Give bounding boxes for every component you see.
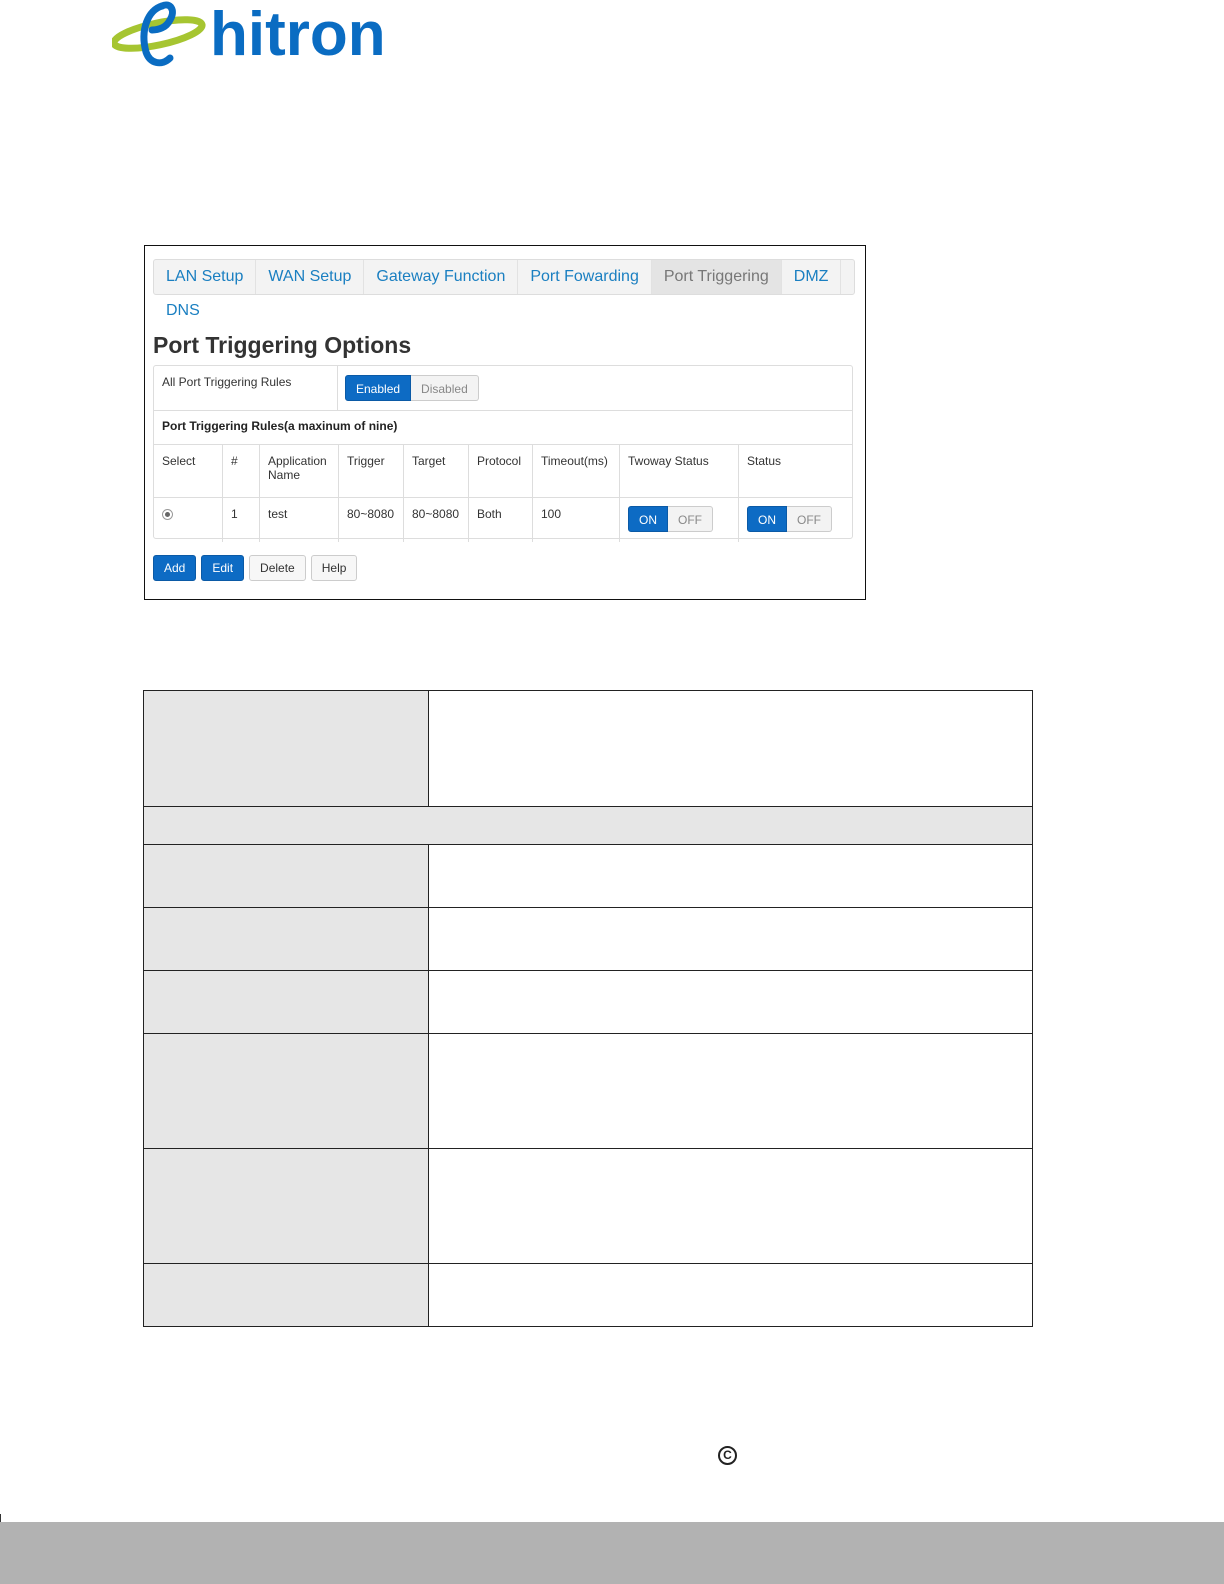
tab-gateway-function[interactable]: Gateway Function (364, 260, 519, 294)
all-rules-label: All Port Triggering Rules (162, 375, 292, 389)
rule-number: 1 (222, 497, 260, 542)
rule-timeout: 100 (532, 497, 620, 542)
delete-button[interactable]: Delete (249, 555, 306, 581)
rules-panel: All Port Triggering Rules Enabled Disabl… (153, 365, 853, 542)
tab-port-forwarding[interactable]: Port Fowarding (518, 260, 652, 294)
desc-value-cell (428, 1263, 1033, 1327)
desc-label-cell (143, 970, 429, 1034)
hitron-logo: hitron (112, 0, 432, 70)
rule-application-name: test (259, 497, 339, 542)
tab-wan-setup[interactable]: WAN Setup (256, 260, 365, 294)
status-toggle: ON OFF (747, 506, 832, 532)
col-header-timeout: Timeout(ms) (532, 444, 620, 498)
col-header-number: # (222, 444, 260, 498)
col-header-trigger: Trigger (338, 444, 404, 498)
all-rules-toggle: Enabled Disabled (345, 375, 479, 401)
desc-value-cell (428, 1033, 1033, 1149)
desc-label-cell (143, 690, 429, 807)
twoway-status-toggle: ON OFF (628, 506, 713, 532)
tab-dns[interactable]: DNS (166, 302, 200, 320)
twoway-off-button[interactable]: OFF (668, 506, 713, 532)
edit-button[interactable]: Edit (201, 555, 245, 581)
desc-value-cell (428, 970, 1033, 1034)
twoway-on-button[interactable]: ON (628, 506, 668, 532)
desc-value-cell (428, 907, 1033, 971)
field-description-table (143, 690, 1033, 1327)
disabled-button[interactable]: Disabled (411, 375, 479, 401)
desc-value-cell (428, 1148, 1033, 1264)
twoway-status-cell: ON OFF (619, 497, 739, 542)
tab-lan-setup[interactable]: LAN Setup (154, 260, 257, 294)
col-header-target: Target (403, 444, 469, 498)
action-bar: Add Edit Delete Help (153, 555, 358, 581)
status-cell: ON OFF (739, 498, 853, 543)
add-button[interactable]: Add (153, 555, 197, 581)
desc-label-cell (143, 844, 429, 908)
footer-mark (0, 1514, 1, 1522)
rule-protocol: Both (468, 497, 533, 542)
page-title: Port Triggering Options (153, 332, 412, 358)
col-header-select: Select (154, 444, 223, 498)
tab-bar: LAN Setup WAN Setup Gateway Function Por… (153, 259, 855, 295)
tab-port-triggering[interactable]: Port Triggering (651, 260, 782, 294)
desc-value-cell (428, 844, 1033, 908)
desc-section-row (143, 806, 1033, 845)
logo-wordmark: hitron (210, 0, 386, 69)
tab-dmz[interactable]: DMZ (782, 260, 842, 294)
all-rules-row: All Port Triggering Rules Enabled Disabl… (154, 366, 852, 411)
select-cell (154, 497, 223, 542)
screenshot-frame: LAN Setup WAN Setup Gateway Function Por… (144, 245, 866, 600)
col-header-protocol: Protocol (468, 444, 533, 498)
help-button[interactable]: Help (310, 555, 358, 581)
divider (337, 366, 338, 410)
copyright-icon: C (718, 1446, 737, 1465)
col-header-twoway-status: Twoway Status (619, 444, 739, 498)
desc-label-cell (143, 1033, 429, 1149)
rule-trigger: 80~8080 (338, 497, 404, 542)
select-radio[interactable] (162, 509, 173, 520)
footer-bar (0, 1522, 1224, 1584)
desc-value-cell (428, 690, 1033, 807)
rules-section-title: Port Triggering Rules(a maxinum of nine) (162, 419, 398, 433)
status-off-button[interactable]: OFF (787, 506, 832, 532)
desc-label-cell (143, 1148, 429, 1264)
col-header-application-name: Application Name (259, 444, 339, 498)
col-header-status: Status (738, 444, 852, 498)
enabled-button[interactable]: Enabled (345, 375, 412, 401)
rules-table: Select # Application Name Trigger Target… (154, 444, 852, 542)
rule-target: 80~8080 (403, 497, 469, 542)
desc-label-cell (143, 907, 429, 971)
status-on-button[interactable]: ON (747, 506, 787, 532)
desc-label-cell (143, 1263, 429, 1327)
table-row: 1 test 80~8080 80~8080 Both 100 ON OFF O… (154, 497, 853, 543)
